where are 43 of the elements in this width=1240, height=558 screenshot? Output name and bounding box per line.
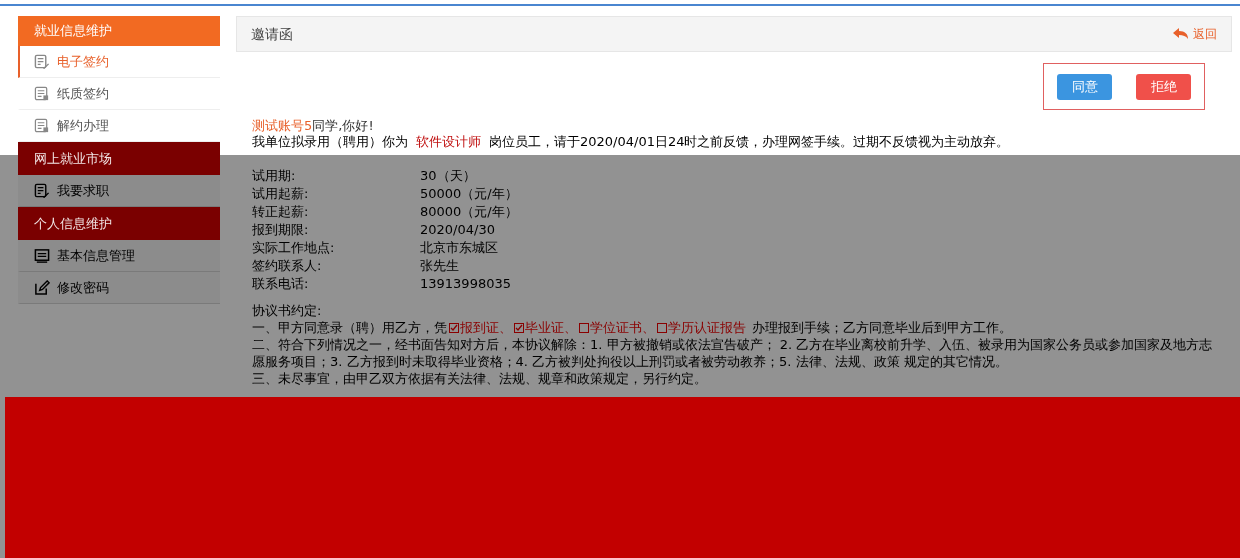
sidebar-section-header: 网上就业市场	[18, 142, 220, 175]
field-label: 试用期:	[252, 167, 297, 184]
sidebar-section-header: 个人信息维护	[18, 207, 220, 240]
sidebar-item[interactable]: 电子签约	[18, 46, 220, 78]
document-icon	[34, 117, 50, 134]
document-name: 报到证、	[460, 319, 512, 336]
field-label: 报到期限:	[252, 221, 310, 238]
field-value: 80000（元/年）	[420, 203, 518, 220]
edit-icon	[34, 279, 50, 296]
field-value: 50000（元/年）	[420, 185, 518, 202]
document-name: 毕业证、	[525, 319, 577, 336]
field-value: 2020/04/30	[420, 221, 495, 238]
clause-text: 办理报到手续；乙方同意毕业后到甲方工作。	[752, 319, 1012, 336]
field-label: 转正起薪:	[252, 203, 310, 220]
document-icon	[34, 85, 50, 102]
field-value: 30（天）	[420, 167, 476, 184]
field-value: 北京市东城区	[420, 239, 498, 256]
agreement-title: 协议书约定:	[252, 302, 323, 319]
agree-button[interactable]: 同意	[1057, 73, 1112, 100]
back-arrow-icon	[1173, 28, 1189, 40]
document-name: 学历认证报告	[668, 319, 746, 336]
sidebar-item[interactable]: 基本信息管理	[18, 240, 220, 272]
back-link[interactable]: 返回	[1173, 25, 1217, 43]
document-name: 学位证书、	[590, 319, 655, 336]
document-pen-icon	[34, 53, 50, 70]
field-label: 联系电话:	[252, 275, 310, 292]
sidebar-section-header: 就业信息维护	[18, 16, 220, 46]
monitor-icon	[34, 247, 50, 264]
document-pen-icon	[34, 182, 50, 199]
panel-title: 邀请函	[251, 24, 293, 44]
field-label: 签约联系人:	[252, 257, 323, 274]
field-value: 张先生	[420, 257, 459, 274]
clause-text: 三、未尽事宜，由甲乙双方依据有关法律、法规、规章和政策规定，另行约定。	[252, 370, 708, 387]
field-value: 13913998035	[420, 275, 511, 292]
greeting: 测试账号5同学,你好!	[252, 117, 374, 135]
reject-button[interactable]: 拒绝	[1136, 73, 1191, 100]
clause-text: 一、甲方同意录（聘）用乙方，凭	[252, 319, 447, 336]
clause-text: 二、符合下列情况之一，经书面告知对方后，本协议解除：1. 甲方被撤销或依法宣告破产； 2. 乙方在毕业离校前升学、入伍、被录用为国家公务员或参加国家及地方志愿服务项目；3. 乙方报到时未取得毕业资格；4. 乙方被判处拘役以上刑罚或者被劳动教养；5. 法律、法规、政策 规定的其它情况。	[252, 336, 1214, 370]
sidebar-item[interactable]: 我要求职	[18, 175, 220, 207]
sidebar-item[interactable]: 修改密码	[18, 272, 220, 304]
field-label: 实际工作地点:	[252, 239, 336, 256]
offer-sentence: 我单位拟录用（聘用）你为 软件设计师 岗位员工，请于2020/04/01日24时之前反馈，办理网签手续。过期不反馈视为主动放弃。	[252, 133, 1011, 150]
field-label: 试用起薪:	[252, 185, 310, 202]
